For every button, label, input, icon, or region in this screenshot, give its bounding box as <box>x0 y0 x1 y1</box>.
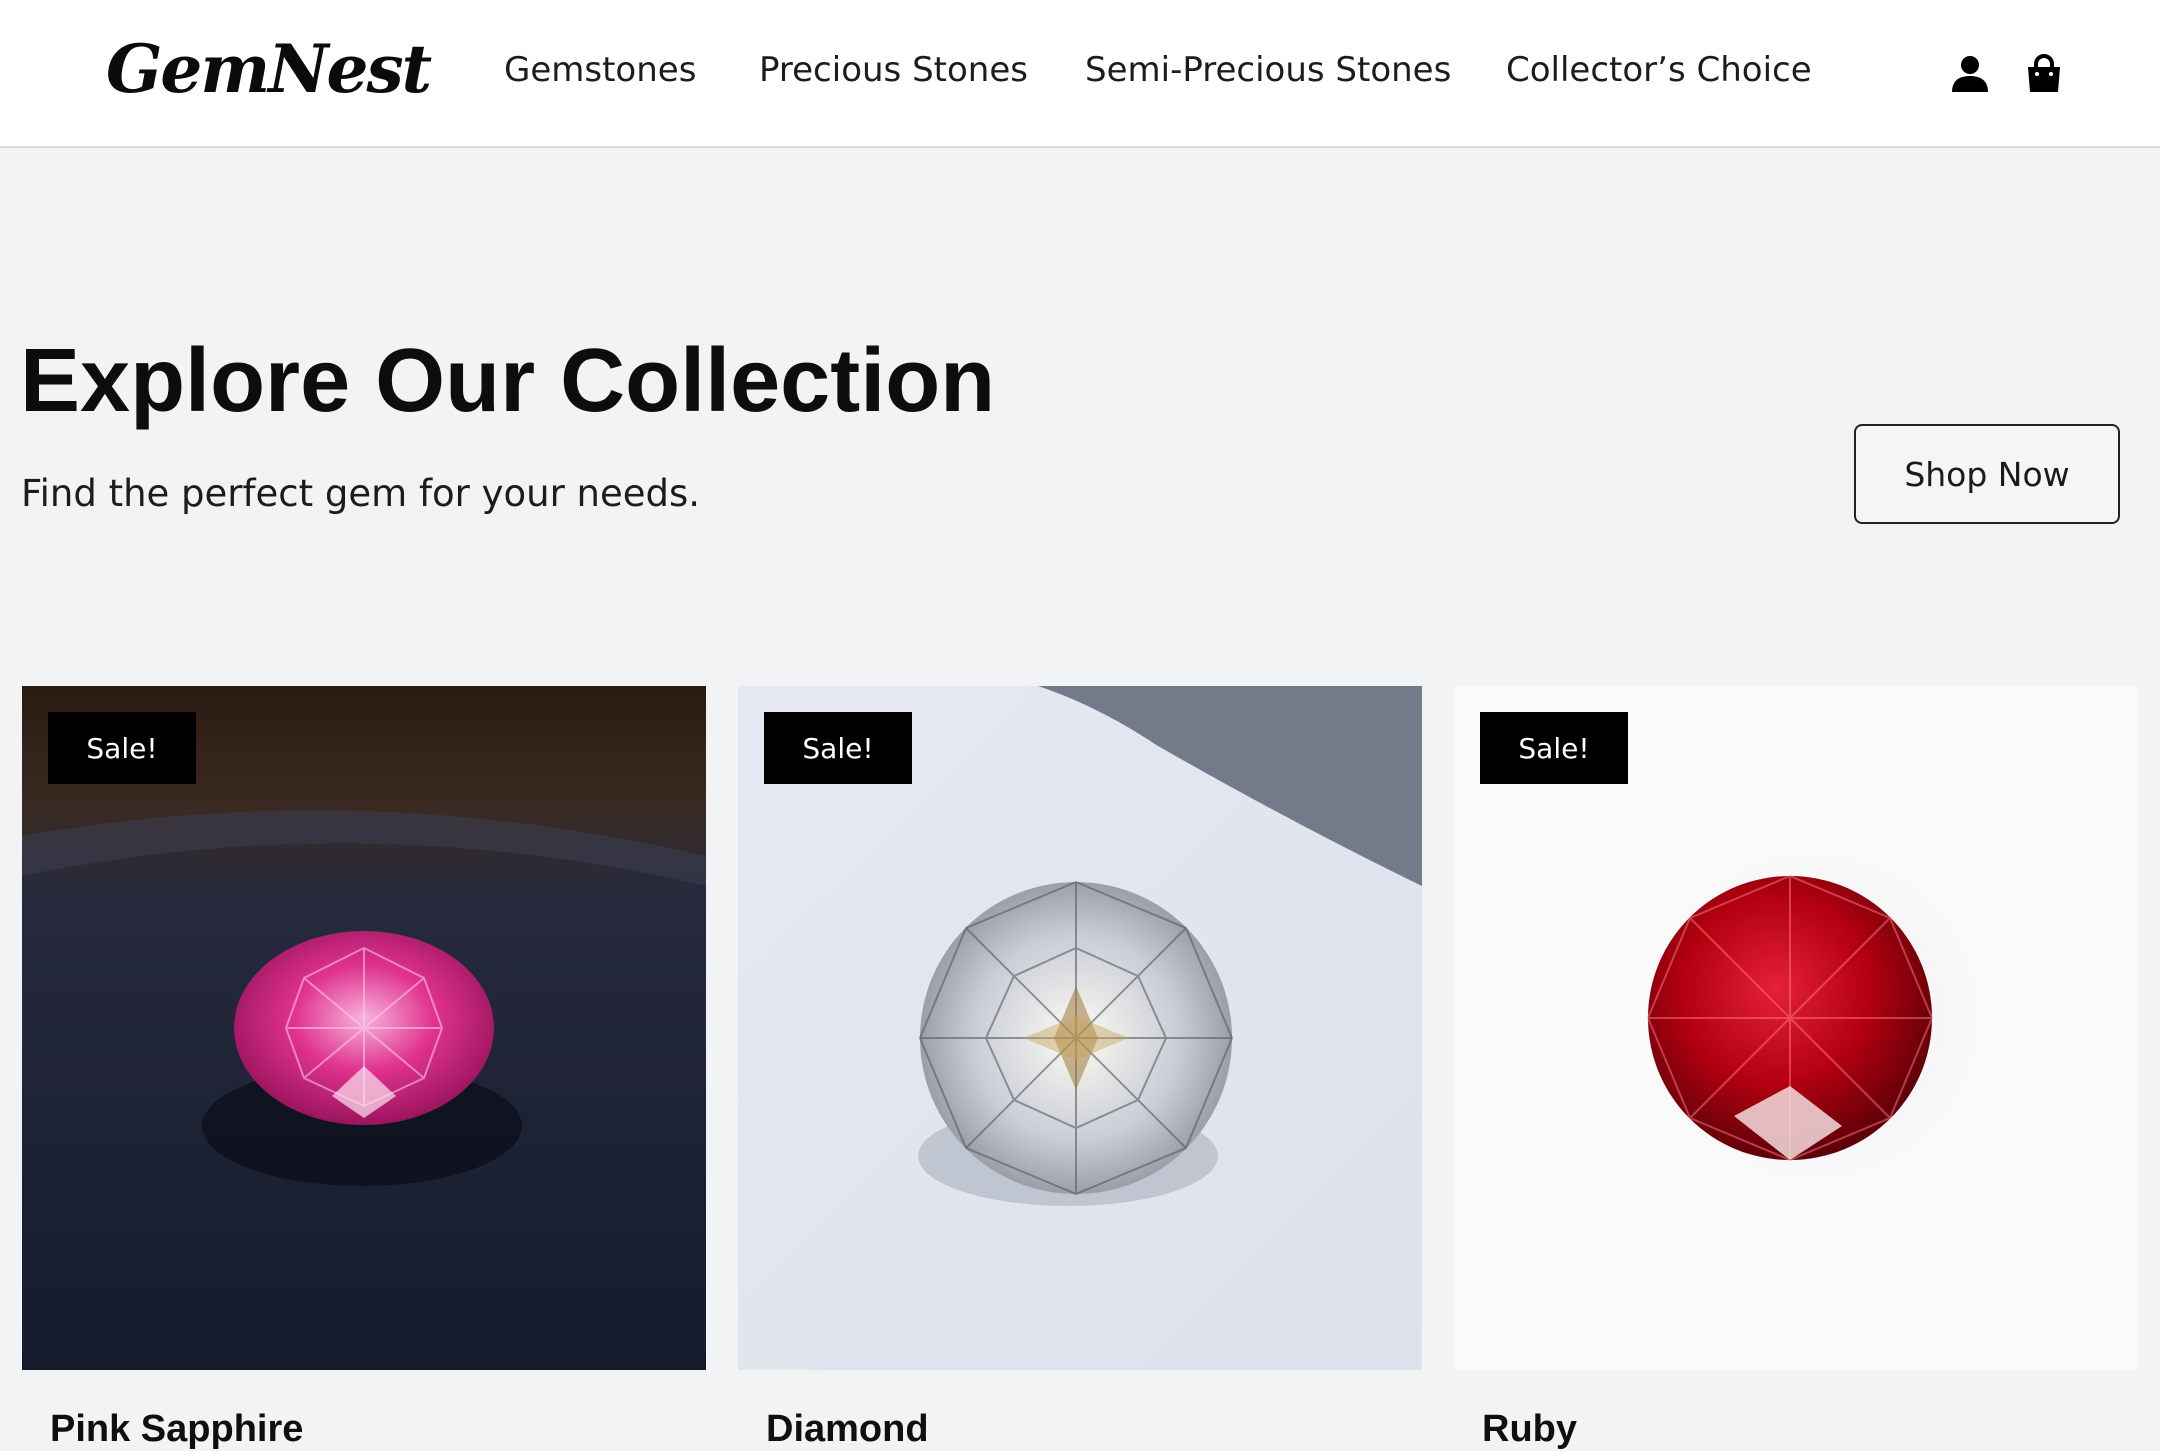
product-image[interactable]: Sale! <box>22 686 706 1370</box>
nav-item-semi-precious-stones[interactable]: Semi-Precious Stones <box>1085 50 1451 90</box>
nav-item-precious-stones[interactable]: Precious Stones <box>759 50 1028 90</box>
product-card-diamond[interactable]: Sale! Diamond <box>738 686 1422 1450</box>
sale-badge: Sale! <box>48 712 196 784</box>
product-card-pink-sapphire[interactable]: Sale! Pink Sapphire <box>22 686 706 1450</box>
diamond-image <box>738 686 1422 1370</box>
nav-item-collectors-choice[interactable]: Collector’s Choice <box>1506 50 1812 90</box>
hero-title: Explore Our Collection <box>20 331 996 431</box>
product-card-ruby[interactable]: Sale! Ruby <box>1454 686 2138 1450</box>
user-icon[interactable] <box>1950 54 1990 94</box>
product-name[interactable]: Diamond <box>766 1408 929 1451</box>
brand-logo[interactable]: GemNest <box>106 30 432 108</box>
hero-subtitle: Find the perfect gem for your needs. <box>21 472 701 515</box>
ruby-image <box>1454 686 2138 1370</box>
nav-item-gemstones[interactable]: Gemstones <box>504 50 696 90</box>
shop-now-button[interactable]: Shop Now <box>1854 424 2120 524</box>
sale-badge: Sale! <box>1480 712 1628 784</box>
sale-badge: Sale! <box>764 712 912 784</box>
site-header: GemNest Gemstones Precious Stones Semi-P… <box>0 0 2160 148</box>
product-name[interactable]: Pink Sapphire <box>50 1408 303 1451</box>
shopping-bag-icon[interactable] <box>2024 54 2064 94</box>
product-name[interactable]: Ruby <box>1482 1408 1577 1451</box>
product-image[interactable]: Sale! <box>738 686 1422 1370</box>
pink-sapphire-image <box>22 686 706 1370</box>
product-image[interactable]: Sale! <box>1454 686 2138 1370</box>
